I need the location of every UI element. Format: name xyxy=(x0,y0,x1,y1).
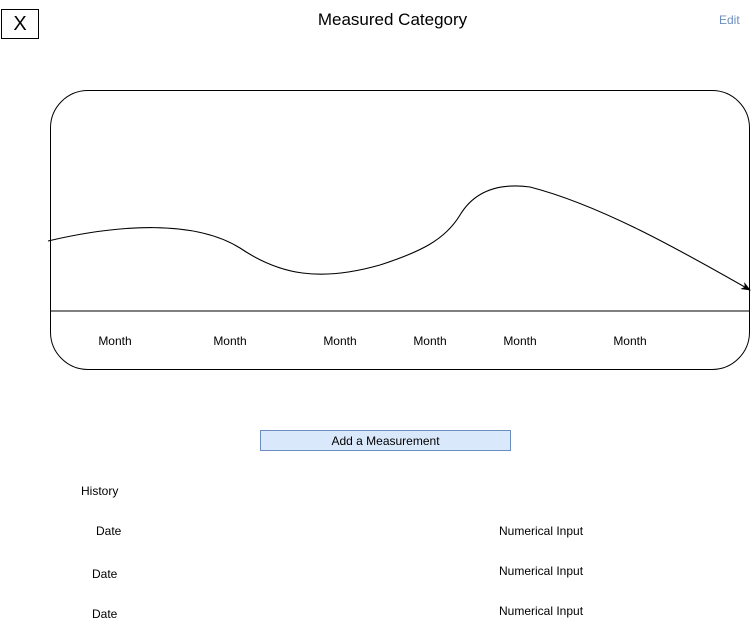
x-tick-label: Month xyxy=(323,334,357,348)
series-line xyxy=(47,185,751,291)
history-row-date: Date xyxy=(96,524,122,538)
history-row-value: Numerical Input xyxy=(499,524,584,538)
history-row-value: Numerical Input xyxy=(499,604,584,618)
history-row-date: Date xyxy=(92,607,118,621)
x-tick-label: Month xyxy=(413,334,447,348)
history-row-date: Date xyxy=(92,567,118,581)
history-row-value: Numerical Input xyxy=(499,564,584,578)
x-tick-label: Month xyxy=(213,334,247,348)
x-tick-label: Month xyxy=(503,334,537,348)
history-heading: History xyxy=(81,484,119,498)
add-measurement-button[interactable]: Add a Measurement xyxy=(260,430,511,451)
x-tick-label: Month xyxy=(98,334,132,348)
x-tick-label: Month xyxy=(613,334,647,348)
